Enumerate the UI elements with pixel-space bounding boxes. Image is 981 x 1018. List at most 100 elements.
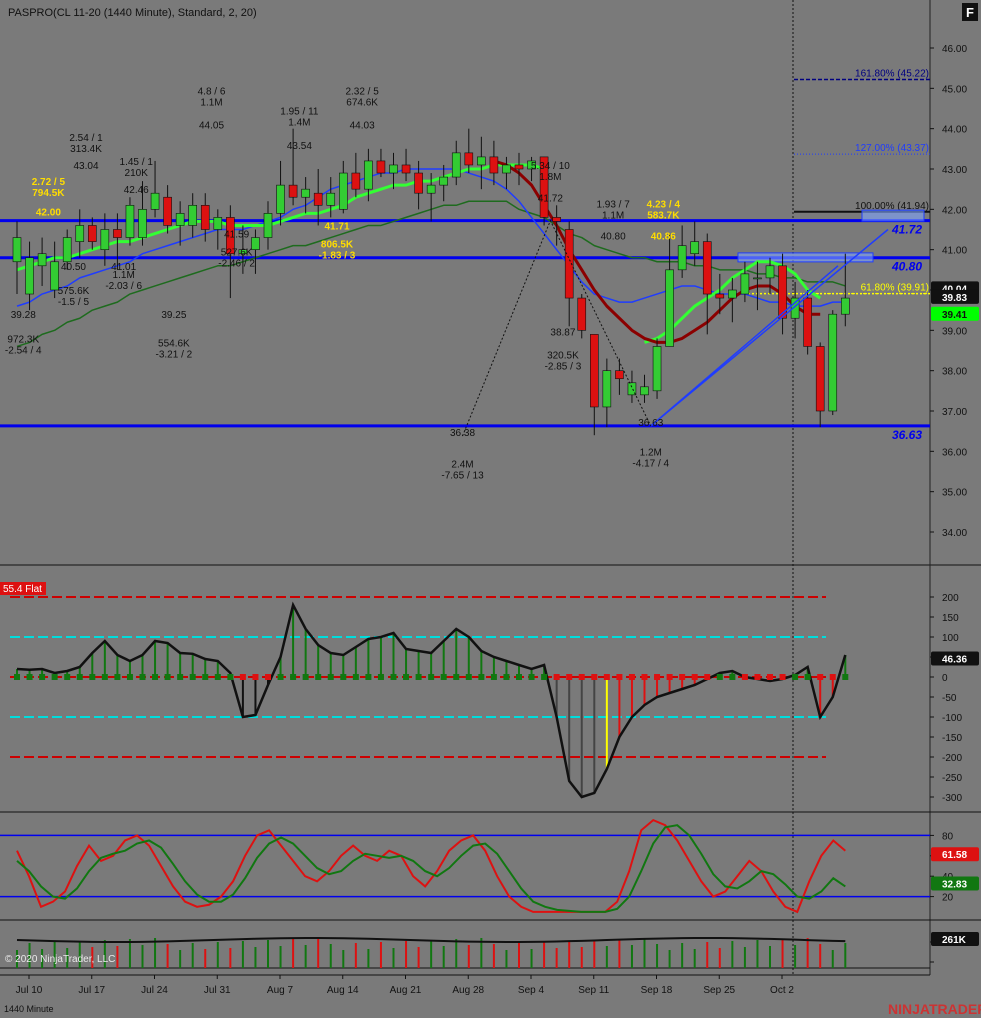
f-button-label: F <box>966 5 974 20</box>
candle-body <box>502 164 511 174</box>
stoch-tick-label: 80 <box>942 831 954 842</box>
candle-body <box>100 229 110 250</box>
cci-zero-marker <box>101 674 108 680</box>
candle-body <box>376 160 386 174</box>
x-tick-label: Oct 2 <box>770 985 794 996</box>
swing-annotation: 39.25 <box>161 310 186 321</box>
swing-annotation: 583.7K <box>647 210 680 221</box>
cci-value-label: 46.36 <box>942 654 967 665</box>
cci-zero-marker <box>754 674 761 680</box>
cci-zero-marker <box>779 674 786 680</box>
candle-body <box>12 237 22 263</box>
price-tick-label: 44.00 <box>942 125 967 136</box>
cci-zero-marker <box>39 674 46 680</box>
candle-body <box>615 370 624 380</box>
cci-zero-marker <box>654 674 661 680</box>
swing-annotation: 40.86 <box>651 232 676 243</box>
cci-zero-marker <box>591 674 598 680</box>
swing-annotation: 2.4M <box>451 459 473 470</box>
swing-annotation: 1.1M <box>200 97 222 108</box>
x-tick-label: Jul 24 <box>141 985 168 996</box>
stoch-value-label: 61.58 <box>942 850 967 861</box>
price-tick-label: 41.00 <box>942 246 967 257</box>
x-tick-label: Jul 10 <box>16 985 43 996</box>
swing-annotation: 36.63 <box>638 418 663 429</box>
swing-annotation: 1.2M <box>640 447 662 458</box>
candle-body <box>188 205 197 226</box>
swing-annotation: 554.6K <box>158 338 190 349</box>
cci-zero-marker <box>352 674 359 680</box>
price-marker-label: 39.83 <box>942 293 967 304</box>
cci-zero-marker <box>377 674 384 680</box>
candle-body <box>163 196 172 226</box>
candle-body <box>690 241 700 255</box>
candle-body <box>828 313 838 412</box>
x-tick-label: Aug 28 <box>452 985 484 996</box>
candle-body <box>589 334 599 408</box>
cci-tick-label: 0 <box>942 673 948 684</box>
cci-zero-marker <box>114 674 121 680</box>
x-tick-label: Aug 14 <box>327 985 359 996</box>
cci-zero-marker <box>64 674 71 680</box>
x-tick-label: Sep 4 <box>518 985 545 996</box>
cci-zero-marker <box>403 674 410 680</box>
swing-annotation: -2.85 / 3 <box>545 362 582 373</box>
cci-zero-marker <box>340 674 347 680</box>
cci-zero-marker <box>691 674 698 680</box>
cci-zero-marker <box>842 674 849 680</box>
cci-zero-marker <box>616 674 623 680</box>
swing-annotation: 43.54 <box>287 141 312 152</box>
cci-zero-marker <box>478 674 485 680</box>
cci-zero-marker <box>252 674 259 680</box>
cci-zero-marker <box>541 674 548 680</box>
cci-zero-marker <box>152 674 159 680</box>
cci-zero-marker <box>741 674 748 680</box>
candle-body <box>364 160 373 190</box>
cci-zero-marker <box>189 674 196 680</box>
swing-annotation: 42.00 <box>36 207 61 218</box>
swing-annotation: 674.6K <box>346 97 378 108</box>
support-level-label: 36.63 <box>892 428 922 442</box>
swing-annotation: 1.95 / 11 <box>280 107 319 118</box>
cci-zero-marker <box>277 674 284 680</box>
cci-tick-label: 100 <box>942 633 959 644</box>
swing-annotation: 2.72 / 5 <box>32 177 66 188</box>
swing-annotation: -1.5 / 5 <box>58 297 90 308</box>
cci-zero-marker <box>26 674 33 680</box>
cci-tick-label: 200 <box>942 593 959 604</box>
price-tick-label: 35.00 <box>942 488 967 499</box>
price-tick-label: 39.00 <box>942 326 967 337</box>
swing-annotation: 1.4M <box>288 118 310 129</box>
x-tick-label: Jul 17 <box>78 985 105 996</box>
swing-annotation: 1.93 / 7 <box>596 199 630 210</box>
fib-level-label: 161.80% (45.22) <box>855 68 929 79</box>
x-tick-label: Sep 18 <box>641 985 673 996</box>
cci-zero-marker <box>578 674 585 680</box>
swing-annotation: 4.8 / 6 <box>198 86 226 97</box>
swing-annotation: 41.72 <box>538 193 563 204</box>
candle-body <box>75 225 85 242</box>
x-tick-label: Jul 31 <box>204 985 231 996</box>
cci-zero-marker <box>628 674 635 680</box>
cci-zero-marker <box>666 674 673 680</box>
price-tick-label: 37.00 <box>942 407 967 418</box>
swing-annotation: 39.28 <box>11 310 36 321</box>
candle-body <box>702 241 712 295</box>
candle-body <box>351 172 361 190</box>
candle-body <box>740 273 750 295</box>
swing-annotation: 210K <box>125 168 149 179</box>
cci-zero-marker <box>177 674 184 680</box>
price-tick-label: 45.00 <box>942 84 967 95</box>
cci-zero-marker <box>265 674 271 680</box>
swing-annotation: 794.5K <box>32 188 65 199</box>
cci-zero-marker <box>767 674 773 680</box>
support-level-label: 41.72 <box>891 223 922 237</box>
volume-value-label: 261K <box>942 935 967 946</box>
swing-annotation: 40.80 <box>601 232 626 243</box>
stoch-tick-label: 20 <box>942 893 954 904</box>
candle-body <box>489 156 499 174</box>
candle-body <box>552 217 561 222</box>
swing-annotation: 44.05 <box>199 121 224 132</box>
candle-body <box>37 253 47 267</box>
candle-body <box>840 297 850 315</box>
